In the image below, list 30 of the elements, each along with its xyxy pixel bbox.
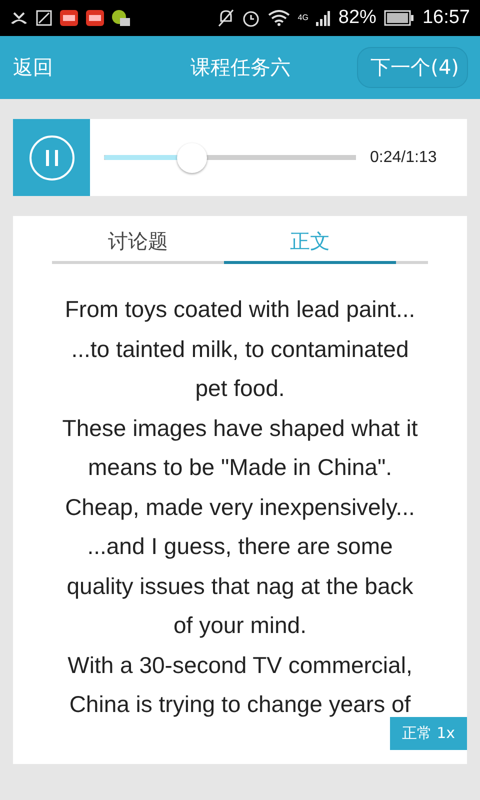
transcript-paragraph: ...to tainted milk, to contaminated pet food.	[70, 334, 410, 403]
news-app-icon	[86, 10, 104, 26]
picture-icon	[36, 10, 52, 26]
news-app-icon	[60, 10, 78, 26]
page-title: 课程任务六	[190, 54, 290, 81]
playback-speed-button[interactable]: 正常 1x	[390, 717, 467, 750]
battery-percent: 82%	[338, 7, 376, 29]
pause-icon	[28, 134, 74, 180]
transcript-paragraph: These images have shaped what it means to be "Made in China".	[61, 414, 419, 482]
network-type: 4G	[298, 14, 308, 22]
transcript-paragraph: With a 30-second TV commercial,	[66, 650, 414, 680]
back-button[interactable]: 返回	[13, 54, 53, 81]
message-app-icon	[112, 10, 130, 26]
transcript-paragraph: From toys coated with lead paint...	[64, 295, 416, 324]
seek-handle[interactable]	[177, 142, 208, 172]
battery-icon	[384, 10, 414, 26]
alarm-icon	[242, 9, 260, 27]
tab[interactable]: 讨论题	[52, 228, 224, 264]
mute-icon	[218, 9, 234, 27]
signal-icon	[316, 10, 330, 26]
wifi-icon	[268, 10, 290, 26]
missed-call-icon	[10, 11, 28, 25]
transcript-paragraph: Cheap, made very inexpensively...	[64, 492, 416, 522]
playback-time: 0:24/1:13	[370, 148, 437, 166]
next-button[interactable]: 下一个(4)	[356, 47, 468, 88]
clock-time: 16:57	[422, 7, 470, 29]
transcript-paragraph: ...and I guess, there are some quality issues that nag at the back of your mind.	[66, 532, 414, 640]
tab[interactable]: 正文	[224, 228, 396, 264]
play-pause-button[interactable]	[13, 119, 90, 196]
transcript-paragraph: China is trying to change years of	[68, 690, 412, 719]
